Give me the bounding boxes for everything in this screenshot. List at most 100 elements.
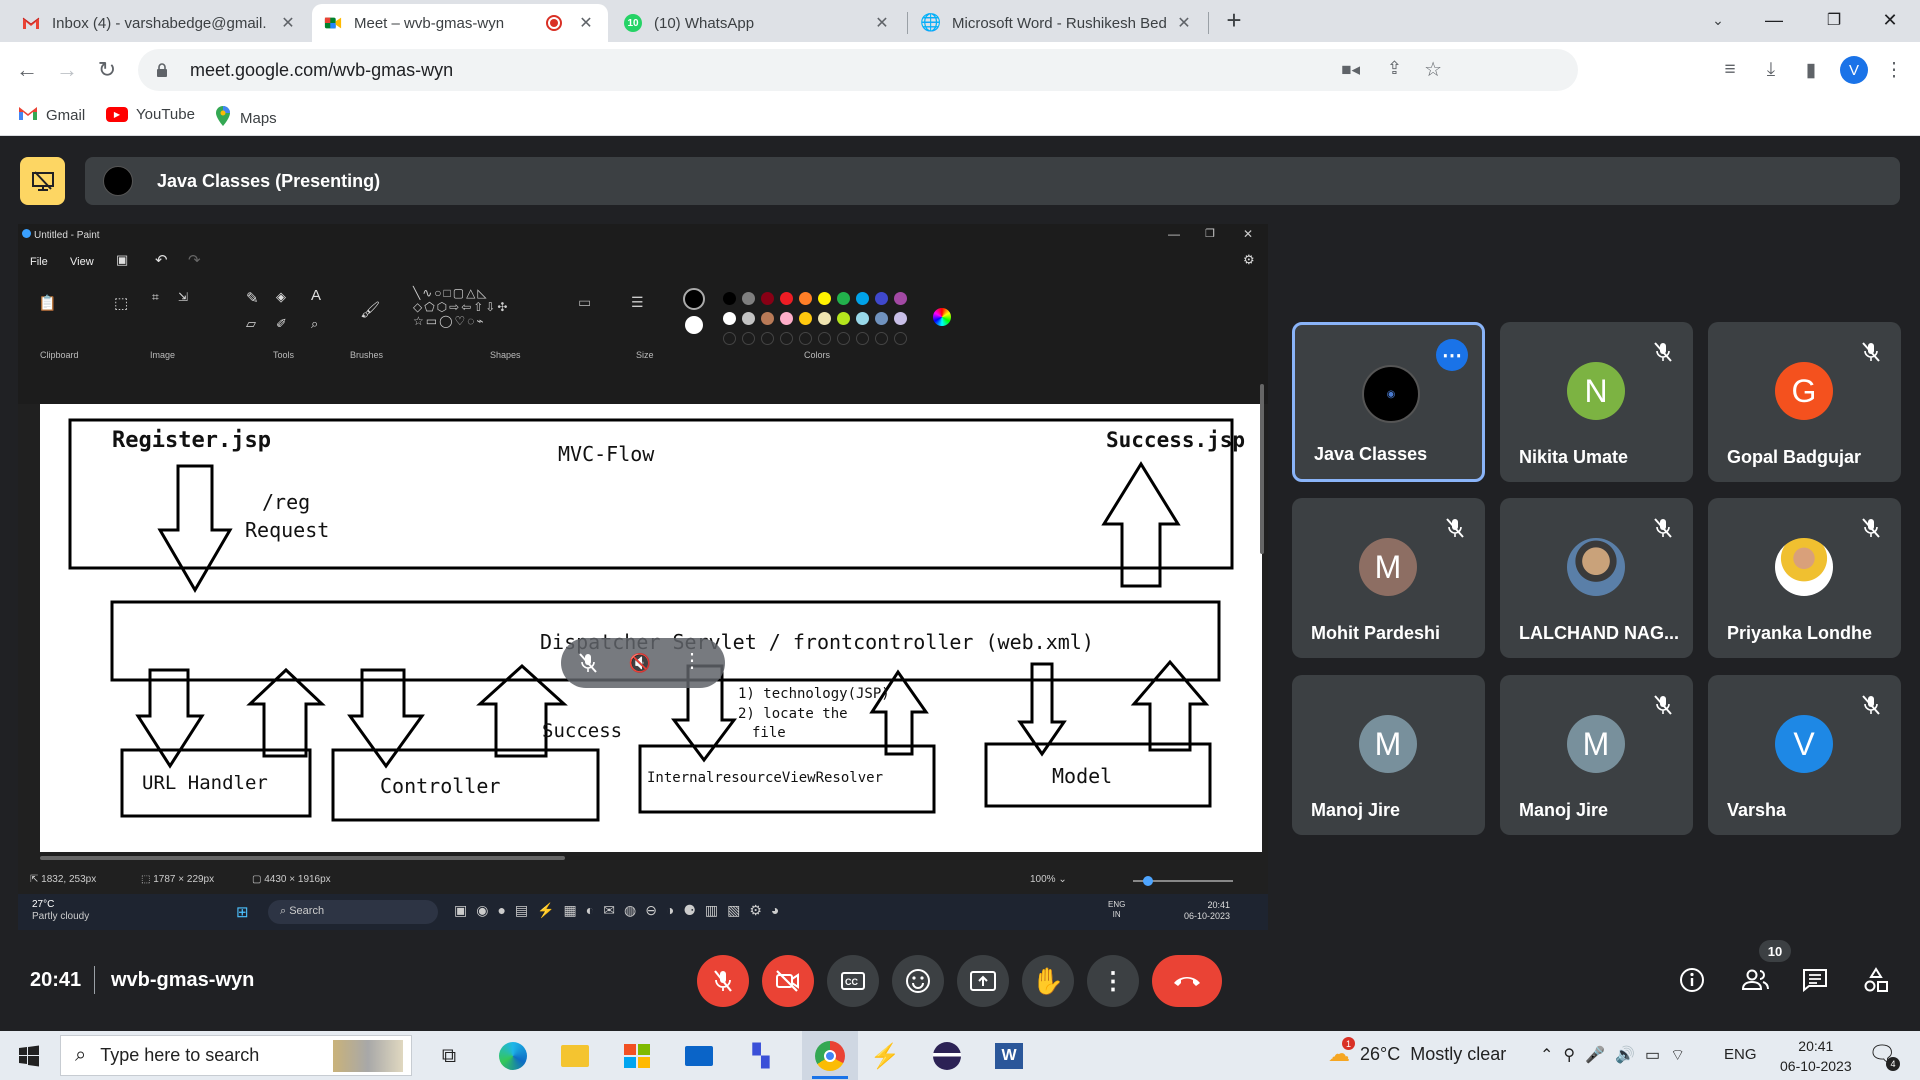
share-icon[interactable]: ⇪ xyxy=(1387,58,1402,79)
start-button[interactable] xyxy=(12,1039,46,1073)
edit-colors-icon[interactable] xyxy=(933,308,951,326)
palette-color[interactable] xyxy=(780,292,793,305)
save-icon[interactable]: ▣ xyxy=(116,252,128,268)
reload-button[interactable]: ↻ xyxy=(93,56,121,84)
palette-color[interactable] xyxy=(856,312,869,325)
palette-color[interactable] xyxy=(742,292,755,305)
color1-swatch[interactable] xyxy=(683,288,705,310)
palette-empty[interactable] xyxy=(875,332,888,345)
participant-tile[interactable]: ◉ ⋯ Java Classes xyxy=(1292,322,1485,482)
palette-color[interactable] xyxy=(837,292,850,305)
size-icon[interactable]: ☰ xyxy=(631,294,644,311)
chrome-taskbar-item[interactable] xyxy=(802,1031,858,1080)
edge-icon[interactable] xyxy=(496,1039,530,1073)
tab-gmail[interactable]: Inbox (4) - varshabedge@gmail. ✕ xyxy=(10,4,310,42)
participant-tile[interactable]: LALCHAND NAG... xyxy=(1500,498,1693,658)
palette-color[interactable] xyxy=(761,312,774,325)
palette-color[interactable] xyxy=(723,312,736,325)
palette-color[interactable] xyxy=(856,292,869,305)
palette-empty[interactable] xyxy=(780,332,793,345)
remote-app-icons[interactable]: ▣◉●▤⚡▦◐✉◍⊖◑⚈▥▧⚙◕ xyxy=(454,902,788,919)
participant-tile[interactable]: M Manoj Jire xyxy=(1292,675,1485,835)
mic-off-icon[interactable] xyxy=(575,650,601,676)
paint-close[interactable]: ✕ xyxy=(1243,227,1253,241)
meeting-details-button[interactable] xyxy=(1678,966,1706,994)
download-icon[interactable]: ⤓ xyxy=(1757,56,1785,84)
palette-color[interactable] xyxy=(818,312,831,325)
palette-color[interactable] xyxy=(761,292,774,305)
tab-meet[interactable]: Meet – wvb-gmas-wyn ✕ xyxy=(312,4,608,42)
url-text[interactable]: meet.google.com/wvb-gmas-wyn xyxy=(190,60,453,81)
bookmark-youtube[interactable]: ▶ YouTube xyxy=(106,106,195,123)
palette-empty[interactable] xyxy=(723,332,736,345)
close-icon[interactable]: ✕ xyxy=(1174,13,1194,33)
remote-start-icon[interactable]: ⊞ xyxy=(236,903,249,921)
menu-icon[interactable]: ⋮ xyxy=(1880,56,1908,84)
palette-empty[interactable] xyxy=(742,332,755,345)
mail-icon[interactable] xyxy=(682,1039,716,1073)
palette-color[interactable] xyxy=(818,292,831,305)
color-picker-icon[interactable]: ✐ xyxy=(276,316,287,332)
more-options-icon[interactable]: ⋯ xyxy=(1436,339,1468,371)
language-indicator[interactable]: ENG xyxy=(1724,1046,1757,1063)
outline-fill-icon[interactable]: ▭ xyxy=(578,294,591,311)
participant-tile[interactable]: V Varsha xyxy=(1708,675,1901,835)
palette-empty[interactable] xyxy=(856,332,869,345)
close-window-button[interactable]: ✕ xyxy=(1862,0,1918,40)
vertical-scrollbar[interactable] xyxy=(1260,384,1264,554)
reading-list-icon[interactable]: ≡ xyxy=(1716,56,1744,84)
new-tab-button[interactable]: + xyxy=(1206,0,1262,40)
palette-empty[interactable] xyxy=(894,332,907,345)
participant-tile[interactable]: G Gopal Badgujar xyxy=(1708,322,1901,482)
palette-color[interactable] xyxy=(875,292,888,305)
people-button[interactable] xyxy=(1740,966,1772,994)
taskbar-search[interactable]: ⌕ Type here to search xyxy=(60,1035,412,1076)
color2-swatch[interactable] xyxy=(685,316,703,334)
magnifier-icon[interactable]: ⌕ xyxy=(311,316,318,332)
word-icon[interactable]: W xyxy=(992,1039,1026,1073)
more-options-icon[interactable]: ⋮ xyxy=(679,648,705,678)
eclipse-icon[interactable] xyxy=(930,1039,964,1073)
participant-tile[interactable]: Priyanka Londhe xyxy=(1708,498,1901,658)
presentation-icon[interactable] xyxy=(20,157,65,205)
paste-icon[interactable]: 📋 xyxy=(38,294,57,312)
palette-color[interactable] xyxy=(894,312,907,325)
tab-word[interactable]: 🌐 Microsoft Word - Rushikesh Bed ✕ xyxy=(910,4,1206,42)
paint-canvas[interactable]: Register.jsp MVC-Flow Success.jsp /reg R… xyxy=(40,404,1262,852)
close-icon[interactable]: ✕ xyxy=(576,13,596,33)
forward-button[interactable]: → xyxy=(53,56,81,84)
palette-empty[interactable] xyxy=(761,332,774,345)
activities-button[interactable] xyxy=(1862,966,1890,994)
reactions-button[interactable] xyxy=(892,955,944,1007)
chat-button[interactable] xyxy=(1801,966,1829,994)
flash-app-icon[interactable]: ⚡ xyxy=(868,1039,902,1073)
camera-toggle-button[interactable] xyxy=(762,955,814,1007)
tab-whatsapp[interactable]: 10 (10) WhatsApp ✕ xyxy=(612,4,904,42)
fill-icon[interactable]: ◈ xyxy=(276,289,286,305)
remote-lang[interactable]: ENG IN xyxy=(1108,900,1125,920)
paint-menu-file[interactable]: File xyxy=(30,256,48,268)
text-icon[interactable]: A xyxy=(311,287,321,304)
resize-icon[interactable]: ⇲ xyxy=(178,290,188,304)
close-icon[interactable]: ✕ xyxy=(872,13,892,33)
profile-avatar[interactable]: V xyxy=(1840,56,1868,84)
side-panel-icon[interactable]: ▮ xyxy=(1797,56,1825,84)
palette-color[interactable] xyxy=(799,312,812,325)
remote-search[interactable]: ⌕ Search xyxy=(268,900,438,924)
participant-tile[interactable]: M Manoj Jire xyxy=(1500,675,1693,835)
address-bar[interactable]: meet.google.com/wvb-gmas-wyn ■◂ ⇪ ☆ xyxy=(138,49,1578,91)
task-view-icon[interactable]: ⧉ xyxy=(432,1039,466,1073)
star-icon[interactable]: ☆ xyxy=(1424,57,1442,82)
file-explorer-icon[interactable] xyxy=(558,1039,592,1073)
raise-hand-button[interactable]: ✋ xyxy=(1022,955,1074,1007)
palette-color[interactable] xyxy=(723,292,736,305)
settings-icon[interactable]: ⚙ xyxy=(1243,252,1255,268)
palette-color[interactable] xyxy=(799,292,812,305)
paint-menu-view[interactable]: View xyxy=(70,256,94,268)
close-icon[interactable]: ✕ xyxy=(278,13,298,33)
notifications-button[interactable]: 🗨 4 xyxy=(1868,1041,1900,1071)
present-button[interactable] xyxy=(957,955,1009,1007)
participant-tile[interactable]: N Nikita Umate xyxy=(1500,322,1693,482)
bookmark-maps[interactable]: Maps xyxy=(216,106,277,130)
minimize-button[interactable]: — xyxy=(1746,0,1802,40)
